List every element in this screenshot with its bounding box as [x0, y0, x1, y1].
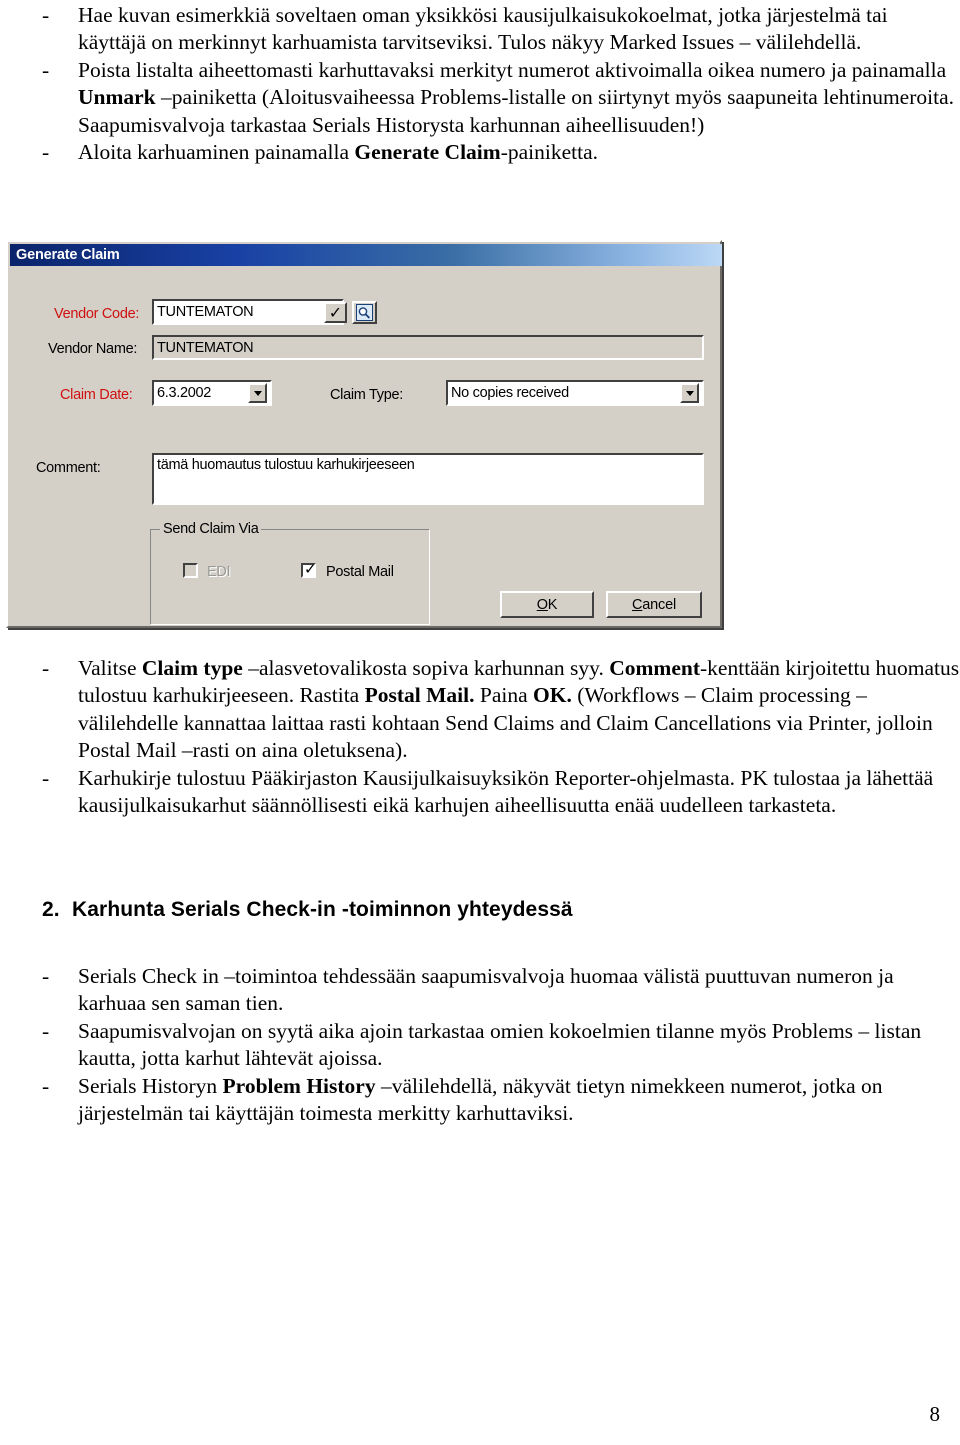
check-icon[interactable]: ✓: [324, 302, 347, 323]
bullet-text: Poista listalta aiheettomasti karhuttava…: [78, 57, 954, 137]
bullet-text: Valitse Claim type –alasvetovalikosta so…: [78, 656, 960, 763]
ok-button-label: OK: [537, 597, 558, 613]
postal-mail-checkbox-label: Postal Mail: [326, 564, 394, 580]
page-title: 2. Karhunta Serials Check-in -toiminnon y…: [42, 898, 573, 922]
list-item: - Karhukirje tulostuu Pääkirjaston Kausi…: [0, 765, 960, 820]
checkmark-icon: ✓: [304, 560, 317, 578]
magnifier-icon[interactable]: [352, 301, 377, 324]
section-number: 2.: [42, 898, 60, 921]
ok-accel: O: [536, 596, 548, 613]
send-claim-via-label: Send Claim Via: [160, 521, 262, 537]
cancel-rest: ancel: [642, 596, 676, 613]
bullet-marker: -: [42, 1073, 50, 1098]
vendor-name-value: TUNTEMATON: [157, 339, 254, 356]
claim-type-dropdown-button[interactable]: [680, 383, 699, 403]
claim-date-value: 6.3.2002: [157, 385, 212, 401]
bullet-text: Karhukirje tulostuu Pääkirjaston Kausiju…: [78, 765, 934, 818]
vendor-code-label: Vendor Code:: [54, 306, 140, 322]
vendor-name-label: Vendor Name:: [48, 341, 138, 357]
list-item: - Saapumisvalvojan on syytä aika ajoin t…: [0, 1018, 960, 1073]
cancel-accel: C: [632, 596, 643, 613]
list-item: - Serials Check in –toimintoa tehdessään…: [0, 963, 960, 1018]
dialog-title: Generate Claim: [16, 247, 120, 263]
dialog-body: Vendor Code: TUNTEMATON ✓ Vendor Name: T…: [8, 266, 720, 626]
claim-date-label: Claim Date:: [60, 387, 133, 403]
list-item: - Poista listalta aiheettomasti karhutta…: [0, 57, 960, 139]
postal-mail-checkbox[interactable]: ✓: [301, 560, 317, 578]
dialog-titlebar[interactable]: Generate Claim: [10, 244, 722, 266]
bullet-marker: -: [42, 656, 50, 680]
bullet-marker: -: [42, 1018, 50, 1043]
top-bullet-block: - Hae kuvan esimerkkiä soveltaen oman yk…: [0, 2, 960, 166]
claim-type-select[interactable]: No copies received: [446, 380, 704, 406]
cancel-button[interactable]: Cancel: [606, 591, 702, 618]
bullet-marker: -: [42, 765, 50, 790]
middle-bullet-block: - Valitse Claim type –alasvetovalikosta …: [0, 655, 960, 819]
bottom-bullet-block: - Serials Check in –toimintoa tehdessään…: [0, 963, 960, 1127]
generate-claim-dialog[interactable]: Generate Claim Vendor Code: TUNTEMATON ✓…: [6, 240, 722, 628]
bottom-bullet-list: - Serials Check in –toimintoa tehdessään…: [0, 963, 960, 1127]
comment-value: tämä huomautus tulostuu karhukirjeeseen: [157, 457, 415, 473]
edi-checkbox[interactable]: [183, 563, 198, 578]
edi-checkbox-label: EDI: [207, 564, 231, 580]
magnifier-glyph: [356, 304, 373, 321]
check-glyph: ✓: [328, 302, 343, 322]
list-item: - Hae kuvan esimerkkiä soveltaen oman yk…: [0, 2, 960, 57]
list-item: - Valitse Claim type –alasvetovalikosta …: [0, 655, 960, 765]
section-title: Karhunta Serials Check-in -toiminnon yht…: [72, 898, 573, 921]
claim-type-label: Claim Type:: [330, 387, 403, 403]
top-bullet-list: - Hae kuvan esimerkkiä soveltaen oman yk…: [0, 2, 960, 166]
vendor-code-input[interactable]: TUNTEMATON: [152, 299, 344, 325]
chevron-down-icon: [685, 390, 694, 396]
bullet-text: Serials Historyn Problem History –välile…: [78, 1073, 883, 1126]
page-number: 8: [929, 1402, 941, 1426]
comment-label: Comment:: [36, 460, 101, 476]
vendor-name-input: TUNTEMATON: [152, 335, 704, 360]
list-item: - Serials Historyn Problem History –väli…: [0, 1073, 960, 1128]
cancel-button-label: Cancel: [632, 597, 676, 613]
comment-textarea[interactable]: tämä huomautus tulostuu karhukirjeeseen: [152, 453, 704, 505]
chevron-down-icon: [253, 390, 262, 396]
bullet-marker: -: [42, 3, 50, 27]
bullet-marker: -: [42, 964, 50, 988]
ok-button[interactable]: OK: [500, 591, 594, 618]
bullet-marker: -: [42, 140, 50, 165]
bullet-text: Aloita karhuaminen painamalla Generate C…: [78, 140, 599, 165]
middle-bullet-list: - Valitse Claim type –alasvetovalikosta …: [0, 655, 960, 819]
bullet-marker: -: [42, 57, 50, 82]
ok-rest: K: [547, 596, 558, 613]
list-item: - Aloita karhuaminen painamalla Generate…: [0, 139, 960, 166]
vendor-code-value: TUNTEMATON: [157, 304, 254, 320]
bullet-text: Hae kuvan esimerkkiä soveltaen oman yksi…: [78, 3, 888, 55]
claim-date-dropdown-button[interactable]: [248, 383, 267, 403]
claim-type-value: No copies received: [451, 385, 569, 401]
bullet-text: Serials Check in –toimintoa tehdessään s…: [78, 964, 894, 1016]
bullet-text: Saapumisvalvojan on syytä aika ajoin tar…: [78, 1018, 922, 1071]
